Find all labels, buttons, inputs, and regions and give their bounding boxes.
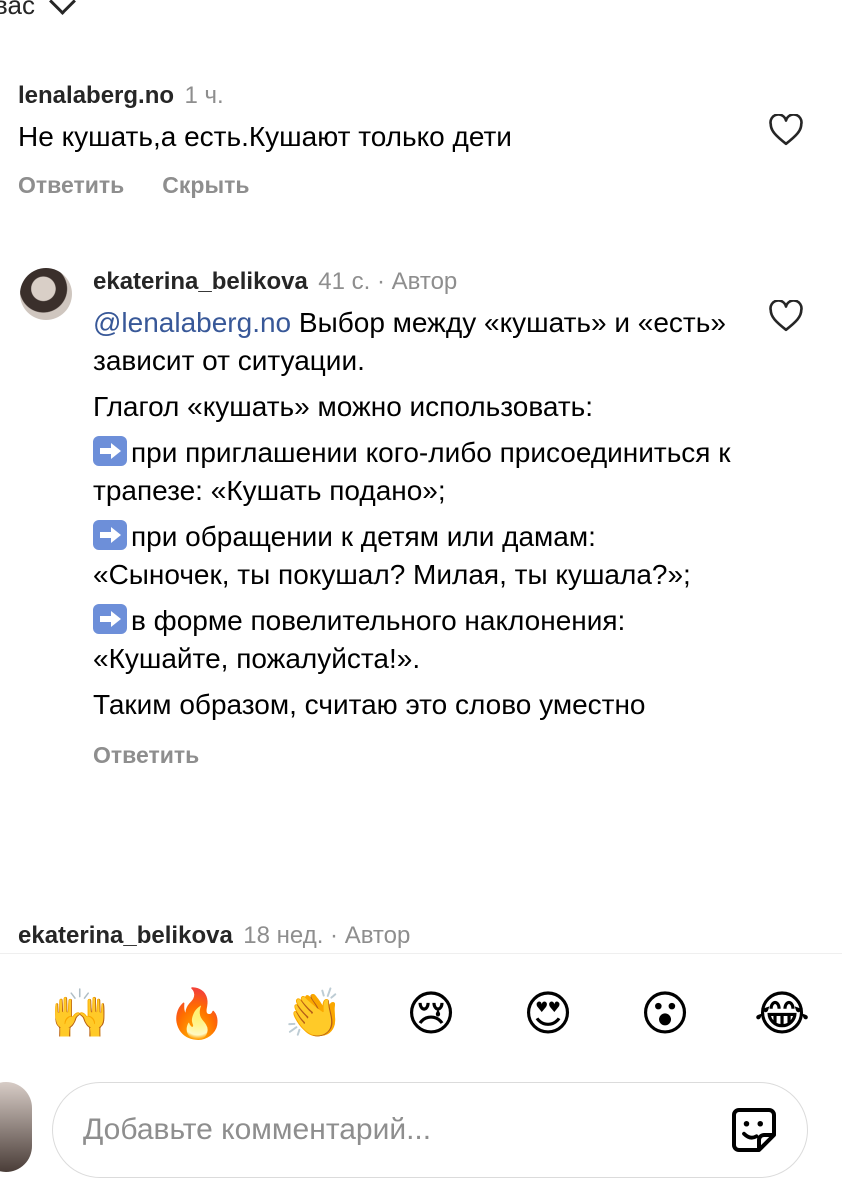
comment-composer[interactable] xyxy=(52,1082,808,1178)
comment-text: Не кушать,а есть.Кушают только дети xyxy=(18,121,512,152)
comment-paragraph: при обращении к детям или дамам: «Сыноче… xyxy=(93,518,733,594)
comment-2: ekaterina_belikova 41 с. · Автор @lenala… xyxy=(93,268,733,769)
reaction-crying[interactable]: 😢 xyxy=(401,985,461,1045)
quick-reactions-bar: 🙌 🔥 👏 😢 😍 😮 😂 xyxy=(0,985,842,1045)
comment-paragraph: @lenalaberg.no Выбор между «кушать» и «е… xyxy=(93,304,733,380)
comment-username[interactable]: ekaterina_belikova xyxy=(93,268,308,295)
comment-paragraph: Таким образом, считаю это слово уместно xyxy=(93,689,646,720)
comment-text: @lenalaberg.no Выбор между «кушать» и «е… xyxy=(93,304,733,724)
paragraph-text: в форме повелительного наклонения: «Куша… xyxy=(93,605,626,674)
paragraph-text: при обращении к детям или дамам: «Сыноче… xyxy=(93,521,691,590)
comment-time: 18 нед. · Автор xyxy=(243,922,411,949)
arrow-right-emoji-icon xyxy=(93,520,127,550)
comment-actions: Ответить xyxy=(93,742,733,769)
reply-button[interactable]: Ответить xyxy=(18,172,124,199)
comment-username[interactable]: lenalaberg.no xyxy=(18,82,174,109)
reaction-fire[interactable]: 🔥 xyxy=(167,985,227,1045)
chevron-down-icon[interactable] xyxy=(49,0,76,15)
comment-input[interactable] xyxy=(81,1112,729,1148)
heart-icon[interactable] xyxy=(768,114,804,146)
comment-time: 41 с. · Автор xyxy=(318,268,458,295)
header-partial[interactable]: вас xyxy=(0,0,76,21)
divider xyxy=(0,953,842,954)
comment-paragraph: Глагол «кушать» можно использовать: xyxy=(93,391,594,422)
comment-3: ekaterina_belikova 18 нед. · Автор xyxy=(18,922,410,950)
avatar[interactable] xyxy=(20,268,72,320)
comment-actions: Ответить Скрыть xyxy=(18,172,778,199)
comment-paragraph: в форме повелительного наклонения: «Куша… xyxy=(93,602,733,678)
mention-link[interactable]: @lenalaberg.no xyxy=(93,307,291,338)
heart-icon[interactable] xyxy=(768,300,804,332)
reaction-raised-hands[interactable]: 🙌 xyxy=(50,985,110,1045)
paragraph-text: при приглашении кого-либо присоединиться… xyxy=(93,437,731,506)
reaction-clapping[interactable]: 👏 xyxy=(284,985,344,1045)
avatar xyxy=(0,1082,32,1172)
header-partial-text: вас xyxy=(0,0,35,20)
comment-username[interactable]: ekaterina_belikova xyxy=(18,922,233,949)
comment-header: ekaterina_belikova 41 с. · Автор xyxy=(93,268,733,296)
sticker-icon[interactable] xyxy=(729,1105,779,1155)
reaction-laughing[interactable]: 😂 xyxy=(752,985,812,1045)
reaction-heart-eyes[interactable]: 😍 xyxy=(518,985,578,1045)
comment-paragraph: при приглашении кого-либо присоединиться… xyxy=(93,434,733,510)
comment-1: lenalaberg.no 1 ч. Не кушать,а есть.Куша… xyxy=(18,82,778,199)
hide-button[interactable]: Скрыть xyxy=(162,172,249,199)
arrow-right-emoji-icon xyxy=(93,604,127,634)
comment-time: 1 ч. xyxy=(184,82,224,109)
reaction-surprised[interactable]: 😮 xyxy=(635,985,695,1045)
reply-button[interactable]: Ответить xyxy=(93,742,199,769)
arrow-right-emoji-icon xyxy=(93,436,127,466)
comment-header: lenalaberg.no 1 ч. xyxy=(18,82,778,110)
